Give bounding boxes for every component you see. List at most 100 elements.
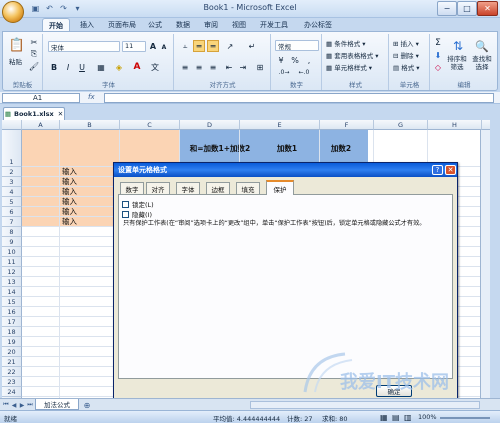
increase-indent-icon[interactable]: ⇥ — [237, 61, 249, 73]
row-header-15[interactable]: 15 — [2, 297, 22, 307]
delete-cells-button[interactable]: ⊟ 删除 ▾ — [393, 50, 419, 60]
wrap-text-icon[interactable]: ↵ — [245, 40, 259, 52]
sheet-tab-addition[interactable]: 加法公式 — [35, 399, 79, 410]
page-break-view-icon[interactable]: ▥ — [404, 413, 412, 422]
column-header-a[interactable]: A — [22, 120, 60, 130]
dialog-tab-fill[interactable]: 填充 — [236, 182, 260, 194]
locked-checkbox[interactable] — [122, 200, 129, 208]
row-header-17[interactable]: 17 — [2, 317, 22, 327]
tab-data[interactable]: 数据 — [170, 18, 196, 32]
save-icon[interactable]: ▣ — [30, 3, 41, 14]
row-header-19[interactable]: 19 — [2, 337, 22, 347]
undo-icon[interactable]: ↶ — [44, 3, 55, 14]
column-header-i[interactable]: I — [482, 120, 490, 130]
column-header-h[interactable]: H — [428, 120, 482, 130]
percent-icon[interactable]: % — [289, 55, 301, 65]
insert-sheet-icon[interactable]: ⊕ — [82, 400, 92, 410]
row-header-22[interactable]: 22 — [2, 367, 22, 377]
column-header-b[interactable]: B — [60, 120, 120, 130]
align-top-icon[interactable]: ⫠ — [179, 40, 191, 52]
tab-insert[interactable]: 插入 — [74, 18, 100, 32]
clear-icon[interactable]: ◇ — [433, 62, 443, 72]
dialog-tab-protection[interactable]: 保护 — [266, 180, 294, 195]
column-header-g[interactable]: G — [374, 120, 428, 130]
row-header-7[interactable]: 7 — [2, 217, 22, 227]
row-header-18[interactable]: 18 — [2, 327, 22, 337]
increase-decimal-icon[interactable]: .0→ — [275, 67, 293, 77]
row-header-4[interactable]: 4 — [2, 187, 22, 197]
grow-font-icon[interactable]: A — [148, 41, 158, 52]
paste-icon[interactable]: 📋 — [9, 36, 25, 54]
italic-icon[interactable]: I — [62, 61, 74, 73]
select-all-corner[interactable] — [2, 120, 22, 130]
horizontal-scrollbar[interactable] — [250, 401, 480, 409]
row-header-16[interactable]: 16 — [2, 307, 22, 317]
row-header-21[interactable]: 21 — [2, 357, 22, 367]
sort-filter-icon[interactable]: ⇅ — [449, 38, 467, 54]
last-sheet-icon[interactable]: ⏭ — [26, 401, 34, 409]
fill-color-icon[interactable]: ◈ — [112, 61, 126, 73]
dialog-help-button[interactable]: ? — [432, 165, 443, 175]
tab-developer[interactable]: 开发工具 — [254, 18, 294, 32]
column-header-f[interactable]: F — [320, 120, 374, 130]
font-color-icon[interactable]: A — [130, 61, 144, 73]
insert-cells-button[interactable]: ⊞ 插入 ▾ — [393, 38, 419, 48]
first-sheet-icon[interactable]: ⏮ — [2, 401, 10, 409]
find-select-icon[interactable]: 🔍 — [473, 38, 491, 54]
row-header-6[interactable]: 6 — [2, 207, 22, 217]
align-center-icon[interactable]: ≡ — [193, 61, 205, 73]
borders-icon[interactable]: ▦ — [94, 61, 108, 73]
row-header-13[interactable]: 13 — [2, 277, 22, 287]
document-tab-book1[interactable]: ▦ Book1.xlsx ✕ — [3, 107, 65, 120]
row-header-5[interactable]: 5 — [2, 197, 22, 207]
next-sheet-icon[interactable]: ▶ — [18, 401, 26, 409]
format-painter-icon[interactable]: 🖌 — [29, 61, 39, 71]
align-middle-icon[interactable]: ═ — [193, 40, 205, 52]
comma-icon[interactable]: , — [303, 55, 315, 65]
vertical-scrollbar[interactable] — [480, 130, 490, 398]
fill-icon[interactable]: ⬇ — [433, 50, 443, 60]
redo-icon[interactable]: ↷ — [58, 3, 69, 14]
close-window-button[interactable]: ✕ — [477, 1, 498, 16]
minimize-button[interactable]: − — [437, 1, 457, 16]
conditional-format-button[interactable]: ▦ 条件格式 ▾ — [326, 38, 366, 48]
dialog-close-button[interactable]: ✕ — [445, 165, 456, 175]
dialog-tab-number[interactable]: 数字 — [120, 182, 144, 194]
cell-a1[interactable] — [22, 130, 60, 167]
column-header-c[interactable]: C — [120, 120, 180, 130]
tab-page-layout[interactable]: 页面布局 — [102, 18, 142, 32]
row-header-10[interactable]: 10 — [2, 247, 22, 257]
ok-button[interactable]: 确定 — [376, 385, 412, 397]
cell-style-button[interactable]: ▦ 单元格样式 ▾ — [326, 62, 372, 72]
tab-view[interactable]: 视图 — [226, 18, 252, 32]
row-header-3[interactable]: 3 — [2, 177, 22, 187]
dialog-tab-border[interactable]: 边框 — [206, 182, 230, 194]
column-header-e[interactable]: E — [240, 120, 320, 130]
row-header-24[interactable]: 24 — [2, 387, 22, 397]
maximize-button[interactable]: □ — [457, 1, 477, 16]
dialog-tab-alignment[interactable]: 对齐 — [146, 182, 170, 194]
decrease-decimal-icon[interactable]: ←.0 — [295, 67, 313, 77]
page-layout-view-icon[interactable]: ▤ — [392, 413, 400, 422]
orientation-icon[interactable]: ↗ — [223, 40, 237, 52]
align-right-icon[interactable]: ≡ — [207, 61, 219, 73]
prev-sheet-icon[interactable]: ◀ — [10, 401, 18, 409]
decrease-indent-icon[interactable]: ⇤ — [223, 61, 235, 73]
autosum-icon[interactable]: Σ — [433, 38, 443, 48]
table-format-button[interactable]: ▦ 套用表格格式 ▾ — [326, 50, 379, 60]
close-document-icon[interactable]: ✕ — [58, 110, 63, 118]
merge-center-icon[interactable]: ⊞ — [253, 61, 267, 73]
normal-view-icon[interactable]: ▦ — [380, 413, 388, 422]
copy-icon[interactable]: ⎘ — [29, 49, 39, 59]
dialog-title-bar[interactable]: 设置单元格格式 — [114, 163, 457, 177]
column-header-d[interactable]: D — [180, 120, 240, 130]
locked-option[interactable]: 锁定(L) — [122, 199, 154, 209]
row-header-23[interactable]: 23 — [2, 377, 22, 387]
insert-function-icon[interactable]: fx — [88, 93, 95, 101]
row-header-9[interactable]: 9 — [2, 237, 22, 247]
zoom-slider[interactable] — [440, 417, 490, 419]
row-header-14[interactable]: 14 — [2, 287, 22, 297]
hidden-option[interactable]: 隐藏(I) — [122, 209, 152, 219]
bold-icon[interactable]: B — [48, 61, 60, 73]
align-bottom-icon[interactable]: ═ — [207, 40, 219, 52]
